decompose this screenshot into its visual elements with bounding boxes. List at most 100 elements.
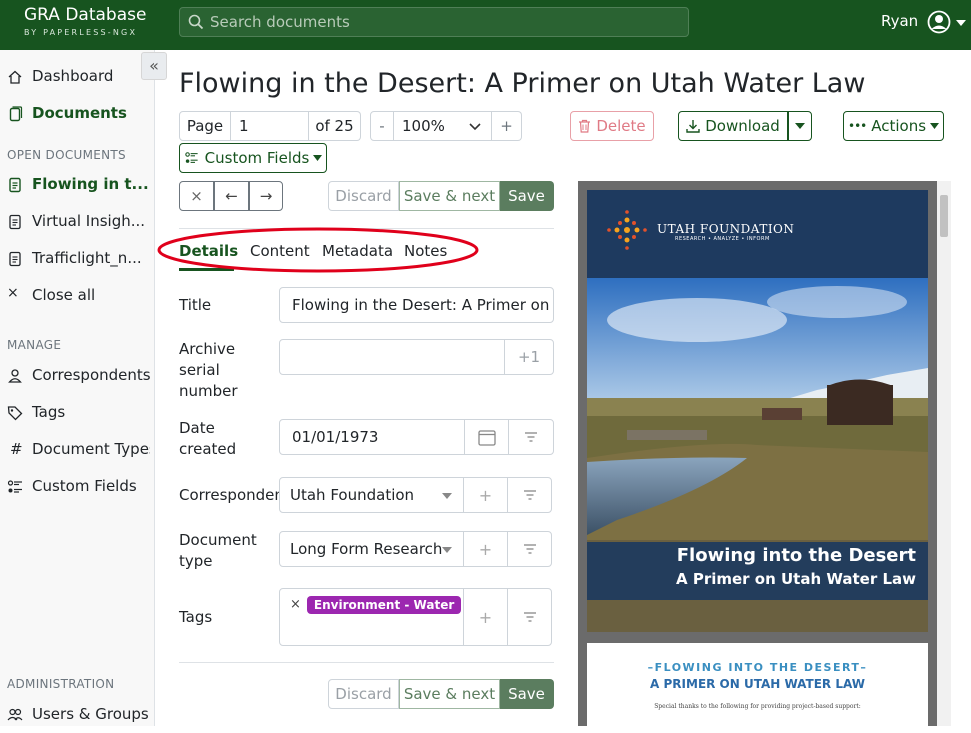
tags-filter-button[interactable] — [507, 588, 552, 646]
date-filter-button[interactable] — [508, 419, 554, 455]
close-document-button[interactable]: × — [179, 181, 214, 211]
add-tag-button[interactable]: + — [463, 588, 508, 646]
scrollbar-thumb[interactable] — [940, 195, 948, 237]
title-label: Title — [179, 296, 212, 314]
open-document-item[interactable]: Trafficlight_n... — [0, 244, 150, 274]
filter-icon — [523, 544, 536, 554]
add-document-type-button[interactable]: + — [463, 531, 508, 567]
file-text-icon — [9, 177, 21, 193]
hash-icon: # — [10, 440, 23, 458]
zoom-select[interactable]: 100% — [394, 111, 492, 141]
sidebar-item-documents[interactable]: Documents — [0, 99, 150, 129]
caret-down-icon — [795, 123, 805, 129]
app-title[interactable]: GRA Database — [24, 5, 146, 25]
ui-radios-icon — [7, 480, 22, 493]
trash-icon — [579, 119, 591, 133]
delete-button[interactable]: Delete — [570, 111, 654, 141]
save-next-button[interactable]: Save & next — [399, 679, 500, 709]
asn-label-line: serial — [179, 361, 220, 379]
document-type-filter-button[interactable] — [507, 531, 552, 567]
filter-icon — [523, 490, 536, 500]
tags-select[interactable]: × Environment - Water — [279, 588, 464, 646]
sidebar-item-label: Custom Fields — [32, 477, 137, 495]
delete-label: Delete — [596, 117, 646, 135]
date-label-line: created — [179, 440, 237, 458]
date-created-label: Date created — [179, 418, 236, 460]
user-menu-button[interactable] — [926, 9, 968, 35]
save-next-button[interactable]: Save & next — [399, 181, 500, 211]
page2-heading-1: –FLOWING INTO THE DESERT– — [647, 661, 868, 674]
preview-page-2: –FLOWING INTO THE DESERT– A PRIMER ON UT… — [587, 643, 928, 733]
annotation-ellipse — [157, 227, 479, 273]
page-number-input[interactable]: 1 — [231, 111, 309, 141]
divider — [179, 662, 554, 663]
close-all-label: Close all — [32, 286, 96, 304]
save-button[interactable]: Save — [500, 181, 554, 211]
close-all-button[interactable]: × Close all — [0, 281, 150, 311]
preview-scrollbar[interactable] — [937, 181, 951, 726]
chevron-down-icon — [469, 123, 481, 131]
asn-field[interactable] — [279, 339, 505, 375]
sidebar-item-tags[interactable]: Tags — [0, 398, 150, 428]
correspondent-select[interactable]: Utah Foundation — [279, 477, 464, 513]
date-label-line: Date — [179, 419, 215, 437]
ui-radios-icon — [184, 152, 198, 163]
download-icon — [686, 120, 700, 133]
page-navigator: Page 1 of 25 — [179, 111, 361, 141]
tag-badge: Environment - Water — [306, 596, 462, 614]
download-group: Download — [678, 111, 812, 141]
previous-document-button[interactable]: ← — [214, 181, 249, 211]
administration-heading: ADMINISTRATION — [7, 677, 115, 691]
actions-button[interactable]: ••• Actions — [843, 111, 944, 141]
zoom-control: - 100% + — [370, 111, 522, 141]
next-document-button[interactable]: → — [249, 181, 283, 211]
zoom-in-button[interactable]: + — [492, 111, 522, 141]
sidebar-item-document-types[interactable]: # Document Types — [0, 435, 150, 465]
doctype-label-line: type — [179, 552, 213, 570]
search-icon — [188, 14, 204, 30]
page-title: Flowing in the Desert: A Primer on Utah … — [179, 68, 866, 99]
zoom-value: 100% — [402, 117, 445, 135]
cover-title-line1: Flowing into the Desert — [676, 545, 916, 566]
document-nav-buttons: × ← → — [179, 181, 283, 211]
open-document-item[interactable]: Virtual Insigh... — [0, 207, 150, 237]
asn-label-line: number — [179, 382, 238, 400]
file-text-icon — [9, 251, 21, 267]
custom-fields-button[interactable]: Custom Fields — [179, 143, 327, 173]
user-name[interactable]: Ryan — [881, 12, 918, 30]
sidebar-item-label: Tags — [32, 403, 66, 421]
download-options-button[interactable] — [788, 111, 812, 141]
sidebar-item-label: Users & Groups — [32, 705, 149, 723]
select-caret-icon — [442, 547, 452, 553]
download-button[interactable]: Download — [678, 111, 788, 141]
sidebar-item-custom-fields[interactable]: Custom Fields — [0, 472, 150, 502]
discard-button[interactable]: Discard — [328, 181, 399, 211]
save-bar-top: Discard Save & next Save — [328, 181, 554, 211]
correspondent-filter-button[interactable] — [507, 477, 552, 513]
search-input[interactable] — [208, 8, 678, 36]
manage-heading: MANAGE — [7, 338, 62, 352]
calendar-button[interactable] — [464, 419, 509, 455]
page-count: of 25 — [309, 111, 361, 141]
add-correspondent-button[interactable]: + — [463, 477, 508, 513]
open-document-item[interactable]: Flowing in t... — [0, 170, 150, 200]
remove-tag-icon[interactable]: × — [290, 597, 301, 612]
sidebar-item-dashboard[interactable]: Dashboard — [0, 62, 150, 92]
file-text-icon — [9, 214, 21, 230]
title-field[interactable]: Flowing in the Desert: A Primer on Utah … — [279, 287, 554, 323]
discard-button[interactable]: Discard — [328, 679, 399, 709]
date-created-field[interactable]: 01/01/1973 — [279, 419, 465, 455]
search-box[interactable] — [179, 7, 689, 37]
cover-org-tagline: RESEARCH • ANALYZE • INFORM — [675, 236, 770, 242]
preview-page-1: UTAH FOUNDATION RESEARCH • ANALYZE • INF… — [587, 190, 928, 632]
asn-label: Archive serial number — [179, 339, 238, 402]
save-button[interactable]: Save — [500, 679, 554, 709]
ellipsis-icon: ••• — [847, 119, 867, 133]
document-type-select[interactable]: Long Form Research — [279, 531, 464, 567]
calendar-icon — [477, 429, 496, 446]
asn-increment-button[interactable]: +1 — [504, 339, 554, 375]
open-document-label: Trafficlight_n... — [32, 249, 142, 267]
zoom-out-button[interactable]: - — [370, 111, 394, 141]
sidebar-item-correspondents[interactable]: Correspondents — [0, 361, 150, 391]
download-label: Download — [705, 117, 780, 135]
